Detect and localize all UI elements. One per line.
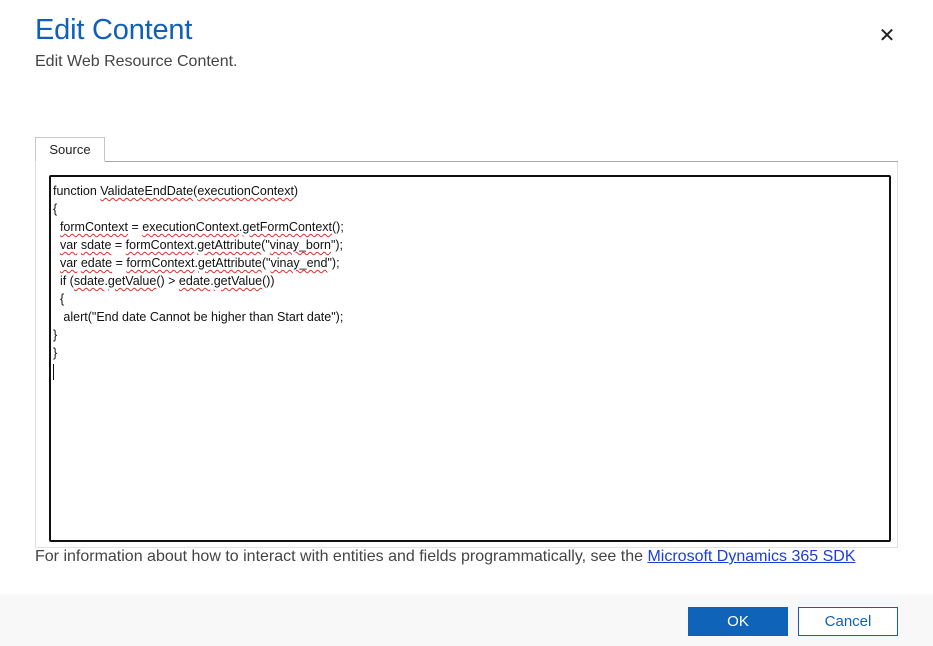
code-line-text: formContext = executionContext.getFormCo… bbox=[59, 220, 344, 234]
code-line: var sdate = formContext.getAttribute("vi… bbox=[53, 236, 889, 254]
dialog-title: Edit Content bbox=[35, 14, 193, 46]
spellcheck-word: vinay_born bbox=[269, 238, 331, 252]
spellcheck-word: var bbox=[59, 256, 78, 270]
code-line: if (sdate.getValue() > edate.getValue()) bbox=[53, 272, 889, 290]
code-line: formContext = executionContext.getFormCo… bbox=[53, 218, 889, 236]
edit-content-dialog: Edit Content Edit Web Resource Content. … bbox=[0, 0, 933, 646]
spellcheck-word: edate bbox=[178, 274, 211, 288]
ok-button[interactable]: OK bbox=[688, 607, 788, 636]
spellcheck-word: formContext bbox=[59, 220, 129, 234]
spellcheck-word: formContext bbox=[125, 238, 194, 252]
code-line-text: { bbox=[53, 202, 58, 216]
sdk-info-text: For information about how to interact wi… bbox=[35, 549, 895, 565]
spellcheck-word: getFormContext bbox=[242, 220, 332, 234]
code-line-text: if (sdate.getValue() > edate.getValue()) bbox=[53, 274, 275, 288]
code-line-text: } bbox=[53, 346, 58, 360]
code-line: var edate = formContext.getAttribute("vi… bbox=[53, 254, 889, 272]
cancel-button[interactable]: Cancel bbox=[798, 607, 898, 636]
code-line: { bbox=[53, 200, 889, 218]
spellcheck-word: formContext bbox=[126, 256, 195, 270]
dialog-footer: OK Cancel bbox=[0, 594, 933, 646]
code-line-text: var edate = formContext.getAttribute("vi… bbox=[59, 256, 340, 270]
code-line-text: function ValidateEndDate(executionContex… bbox=[53, 184, 299, 198]
close-button[interactable]: ✕ bbox=[872, 22, 902, 48]
code-line: function ValidateEndDate(executionContex… bbox=[53, 182, 889, 200]
text-cursor bbox=[53, 363, 54, 380]
dialog-subtitle: Edit Web Resource Content. bbox=[35, 53, 238, 70]
sdk-info-label: For information about how to interact wi… bbox=[35, 548, 648, 565]
code-line: alert("End date Cannot be higher than St… bbox=[53, 308, 889, 326]
spellcheck-word: getAttribute bbox=[197, 256, 262, 270]
spellcheck-word: getAttribute bbox=[197, 238, 262, 252]
code-line: { bbox=[53, 290, 889, 308]
spellcheck-word: sdate bbox=[80, 238, 112, 252]
spellcheck-word: vinay_end bbox=[270, 256, 328, 270]
code-line-text: { bbox=[53, 292, 65, 306]
tab-strip: Source bbox=[35, 137, 898, 162]
tab-source[interactable]: Source bbox=[35, 137, 105, 162]
source-tab-panel: function ValidateEndDate(executionContex… bbox=[35, 162, 898, 548]
spellcheck-word: ValidateEndDate bbox=[100, 184, 194, 198]
spellcheck-word: getValue bbox=[213, 274, 263, 288]
code-line: } bbox=[53, 326, 889, 344]
spellcheck-word: var bbox=[59, 238, 78, 252]
code-line-cursor bbox=[53, 362, 889, 380]
code-line-text: alert("End date Cannot be higher than St… bbox=[53, 310, 344, 324]
spellcheck-word: executionContext bbox=[197, 184, 294, 198]
code-line: } bbox=[53, 344, 889, 362]
spellcheck-word: getValue bbox=[107, 274, 157, 288]
close-icon: ✕ bbox=[878, 24, 896, 47]
sdk-link[interactable]: Microsoft Dynamics 365 SDK bbox=[647, 548, 855, 565]
code-line-text: } bbox=[53, 328, 58, 342]
code-editor[interactable]: function ValidateEndDate(executionContex… bbox=[49, 175, 891, 542]
spellcheck-word: executionContext bbox=[142, 220, 239, 234]
spellcheck-word: sdate bbox=[73, 274, 105, 288]
code-line-text: var sdate = formContext.getAttribute("vi… bbox=[59, 238, 344, 252]
spellcheck-word: edate bbox=[80, 256, 113, 270]
